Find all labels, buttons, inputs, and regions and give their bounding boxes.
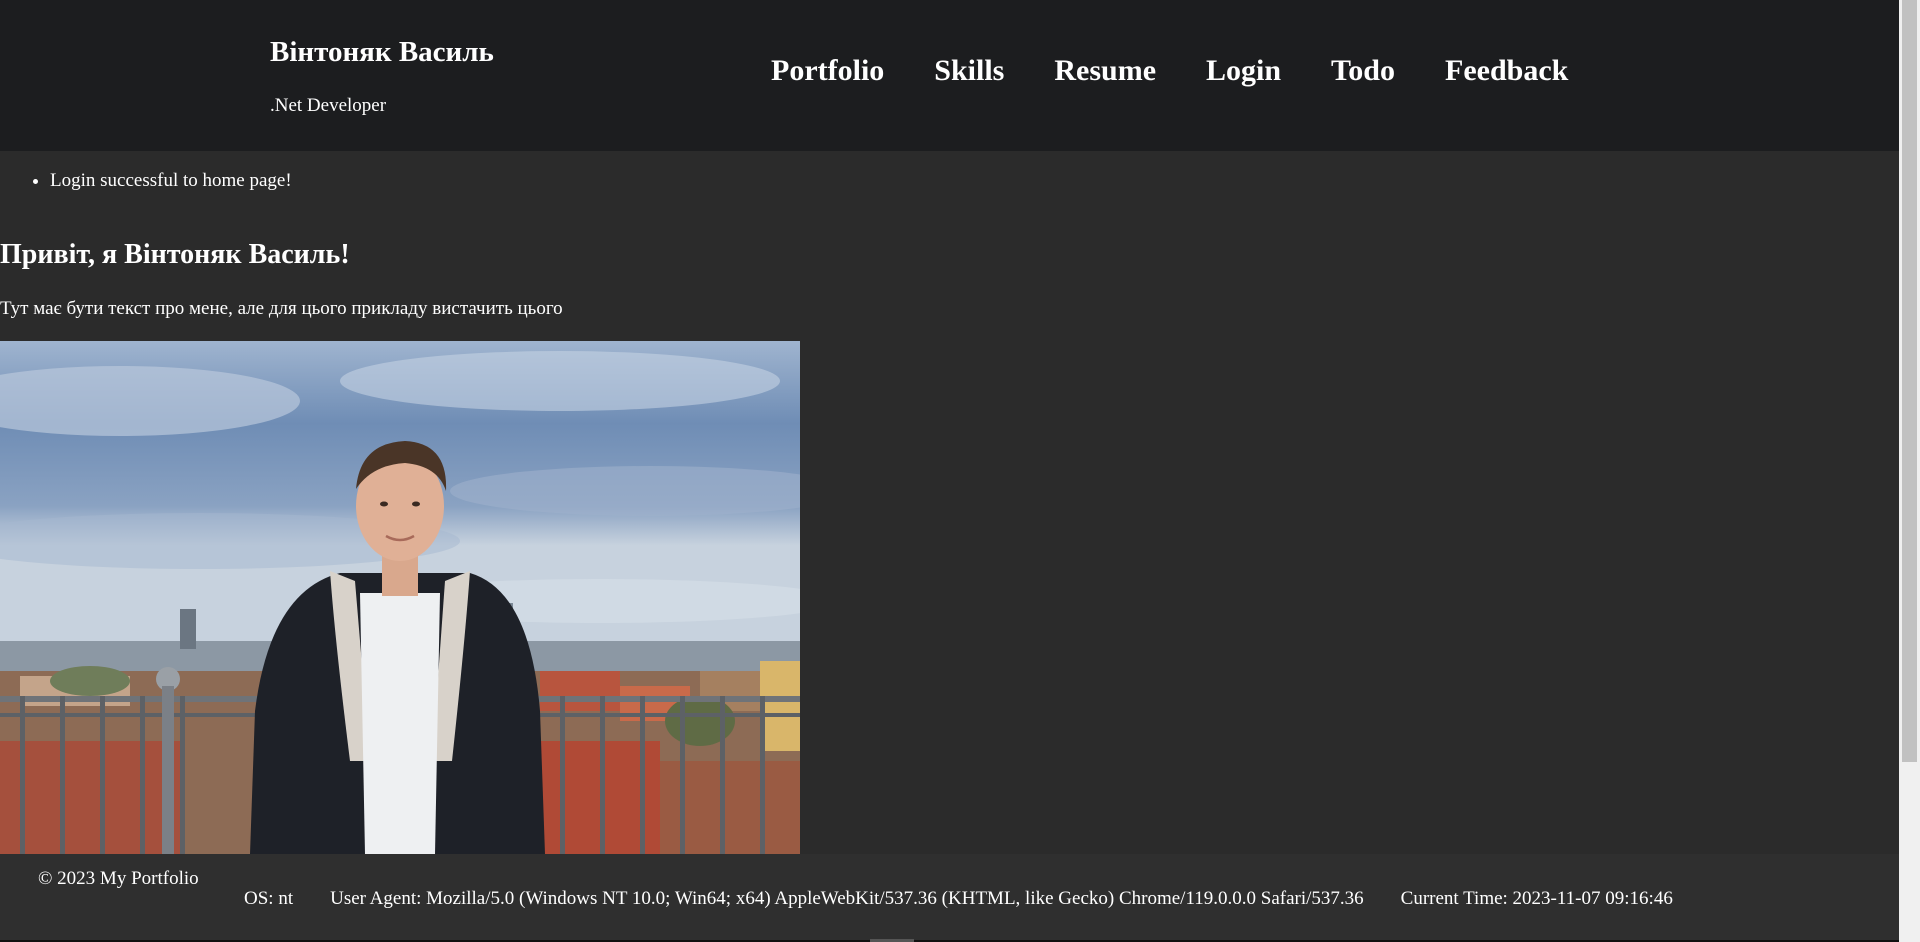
- vertical-scrollbar[interactable]: [1899, 0, 1920, 942]
- nav-resume[interactable]: Resume: [1054, 54, 1156, 88]
- copyright-text: © 2023 My Portfolio: [38, 868, 199, 889]
- profile-photo: [0, 341, 800, 854]
- page: Вінтоняк Василь .Net Developer Portfolio…: [0, 0, 1920, 942]
- nav-feedback[interactable]: Feedback: [1445, 54, 1568, 88]
- current-time: Current Time: 2023-11-07 09:16:46: [1400, 888, 1673, 909]
- about-text: Тут має бути текст про мене, але для цьо…: [0, 298, 563, 319]
- site-header: Вінтоняк Василь .Net Developer Portfolio…: [0, 0, 1899, 151]
- site-footer: © 2023 My Portfolio OS: nt User Agent: M…: [0, 854, 1899, 940]
- user-agent-info: User Agent: Mozilla/5.0 (Windows NT 10.0…: [330, 888, 1364, 909]
- page-title: Привіт, я Вінтоняк Василь!: [0, 239, 350, 270]
- scrollbar-thumb[interactable]: [1902, 0, 1917, 762]
- nav-skills[interactable]: Skills: [934, 54, 1004, 88]
- nav-todo[interactable]: Todo: [1331, 54, 1395, 88]
- message-item: Login successful to home page!: [50, 170, 292, 192]
- main-nav: Portfolio Skills Resume Login Todo Feedb…: [771, 54, 1618, 88]
- site-owner-role: .Net Developer: [270, 95, 387, 116]
- os-info: OS: nt: [244, 888, 294, 909]
- site-owner-name: Вінтоняк Василь: [270, 36, 494, 68]
- nav-portfolio[interactable]: Portfolio: [771, 54, 884, 88]
- nav-login[interactable]: Login: [1206, 54, 1281, 88]
- client-info: OS: nt User Agent: Mozilla/5.0 (Windows …: [244, 888, 1710, 910]
- message-list: Login successful to home page!: [0, 170, 292, 192]
